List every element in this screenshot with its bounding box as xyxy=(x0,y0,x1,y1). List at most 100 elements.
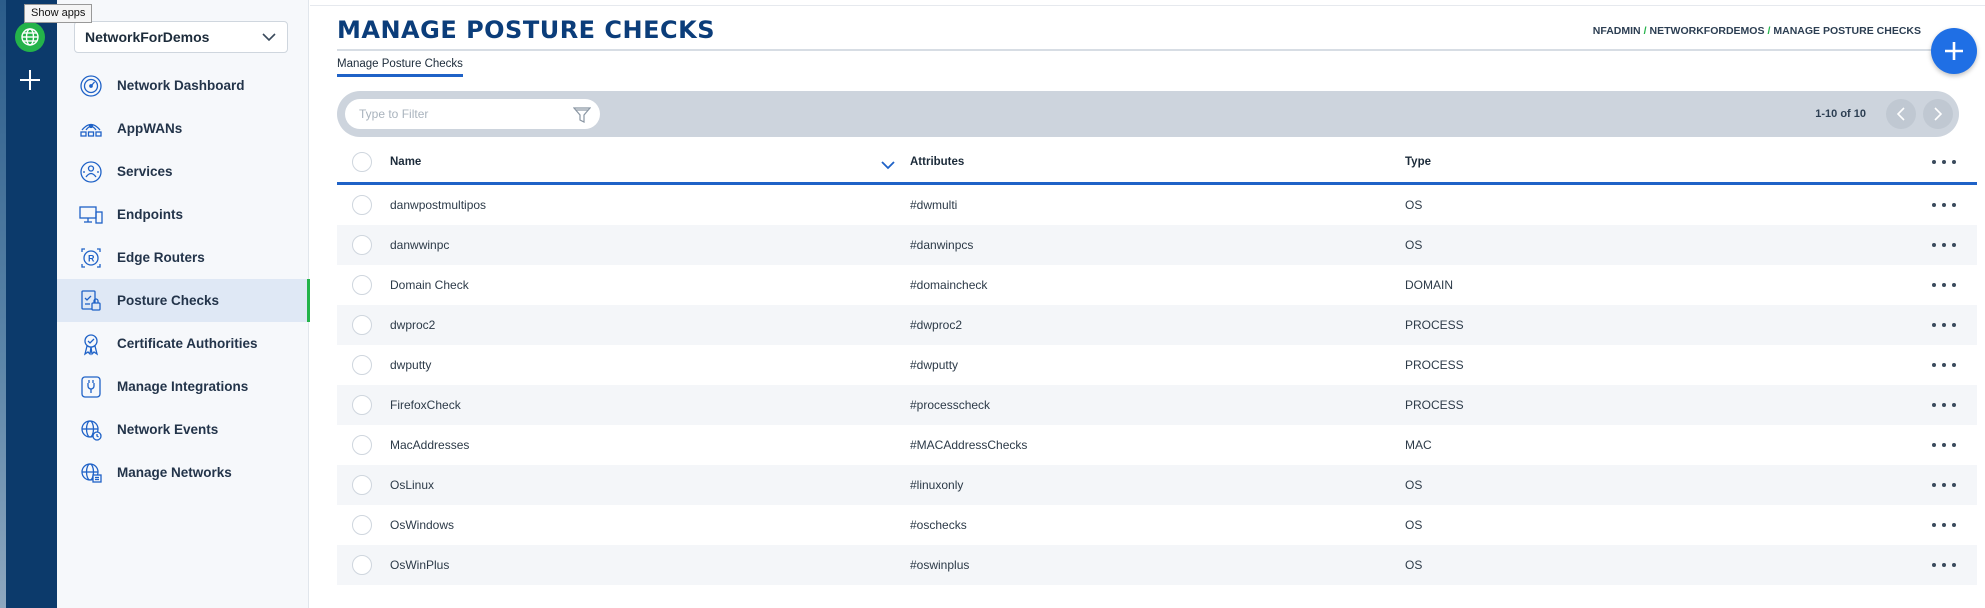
row-attributes: #processcheck xyxy=(910,398,991,412)
row-checkbox[interactable] xyxy=(352,515,372,535)
title-divider xyxy=(337,49,1959,51)
column-options-icon[interactable] xyxy=(1932,157,1956,167)
next-page-button[interactable] xyxy=(1923,99,1953,129)
row-checkbox[interactable] xyxy=(352,275,372,295)
row-actions-icon[interactable] xyxy=(1932,240,1956,250)
sidebar-item-network-events[interactable]: Network Events xyxy=(57,408,309,451)
show-apps-button[interactable] xyxy=(15,22,45,52)
chevron-left-icon xyxy=(1896,107,1905,121)
select-all-checkbox[interactable] xyxy=(352,152,372,172)
sidebar-item-services[interactable]: Services xyxy=(57,150,309,193)
sidebar-item-manage-integrations[interactable]: Manage Integrations xyxy=(57,365,309,408)
row-checkbox[interactable] xyxy=(352,395,372,415)
sidebar-item-edge-routers[interactable]: R Edge Routers xyxy=(57,236,309,279)
row-name: OsWinPlus xyxy=(390,558,450,572)
table-row[interactable]: MacAddresses #MACAddressChecks MAC xyxy=(337,425,1977,465)
row-checkbox[interactable] xyxy=(352,475,372,495)
chevron-right-icon xyxy=(1934,107,1943,121)
filter-bar: 1-10 of 10 xyxy=(337,91,1959,137)
row-checkbox[interactable] xyxy=(352,195,372,215)
row-actions-icon[interactable] xyxy=(1932,320,1956,330)
breadcrumb-item-network[interactable]: NETWORKFORDEMOS xyxy=(1650,25,1765,37)
sidebar-item-appwans[interactable]: AppWANs xyxy=(57,107,309,150)
row-checkbox[interactable] xyxy=(352,315,372,335)
table-row[interactable]: Domain Check #domaincheck DOMAIN xyxy=(337,265,1977,305)
row-actions-icon[interactable] xyxy=(1932,480,1956,490)
rail-edge xyxy=(0,0,6,608)
row-name: danwpostmultipos xyxy=(390,198,487,212)
manage-networks-icon xyxy=(78,460,104,486)
row-type: OS xyxy=(1405,518,1423,532)
row-name: dwputty xyxy=(390,358,432,372)
row-attributes: #oschecks xyxy=(910,518,967,532)
row-actions-icon[interactable] xyxy=(1932,200,1956,210)
column-header-type[interactable]: Type xyxy=(1405,156,1431,168)
add-posture-check-button[interactable] xyxy=(1931,28,1977,74)
appwan-icon xyxy=(78,116,104,142)
tab-manage-posture-checks[interactable]: Manage Posture Checks xyxy=(337,58,463,77)
table-row[interactable]: danwwinpc #danwinpcs OS xyxy=(337,225,1977,265)
integrations-icon xyxy=(78,374,104,400)
row-actions-icon[interactable] xyxy=(1932,360,1956,370)
row-attributes: #domaincheck xyxy=(910,278,988,292)
filter-input[interactable] xyxy=(345,99,600,129)
row-attributes: #MACAddressChecks xyxy=(910,438,1028,452)
chevron-down-icon xyxy=(262,33,276,42)
network-selector[interactable]: NetworkForDemos xyxy=(74,21,288,53)
row-checkbox[interactable] xyxy=(352,435,372,455)
dashboard-gauge-icon xyxy=(78,73,104,99)
row-type: MAC xyxy=(1405,438,1432,452)
row-attributes: #oswinplus xyxy=(910,558,970,572)
sidebar: NetworkForDemos Network Dashboard AppWAN… xyxy=(57,0,310,608)
table-row[interactable]: OsWindows #oschecks OS xyxy=(337,505,1977,545)
endpoints-icon xyxy=(78,202,104,228)
column-header-name[interactable]: Name xyxy=(390,156,421,168)
row-checkbox[interactable] xyxy=(352,355,372,375)
table-row[interactable]: dwputty #dwputty PROCESS xyxy=(337,345,1977,385)
svg-text:R: R xyxy=(88,253,95,263)
table-row[interactable]: OsWinPlus #oswinplus OS xyxy=(337,545,1977,585)
sidebar-item-label: AppWANs xyxy=(117,121,183,136)
breadcrumb-item-root[interactable]: NFADMIN xyxy=(1593,25,1641,37)
table-header: Name Attributes Type xyxy=(337,142,1977,185)
row-name: OsWindows xyxy=(390,518,455,532)
sidebar-item-endpoints[interactable]: Endpoints xyxy=(57,193,309,236)
previous-page-button[interactable] xyxy=(1886,99,1916,129)
table-row[interactable]: OsLinux #linuxonly OS xyxy=(337,465,1977,505)
sidebar-item-posture-checks[interactable]: Posture Checks xyxy=(57,279,310,322)
row-actions-icon[interactable] xyxy=(1932,440,1956,450)
table-row[interactable]: dwproc2 #dwproc2 PROCESS xyxy=(337,305,1977,345)
posture-checks-table: Name Attributes Type danwpostmultipos #d… xyxy=(337,142,1977,585)
plus-icon xyxy=(20,70,40,90)
add-app-button[interactable] xyxy=(15,65,45,95)
row-type: PROCESS xyxy=(1405,398,1464,412)
breadcrumb: NFADMIN / NETWORKFORDEMOS / MANAGE POSTURE C… xyxy=(1593,25,1921,37)
table-row[interactable]: danwpostmultipos #dwmulti OS xyxy=(337,185,1977,225)
sidebar-item-label: Manage Networks xyxy=(117,465,232,480)
row-actions-icon[interactable] xyxy=(1932,560,1956,570)
breadcrumb-separator: / xyxy=(1643,25,1647,37)
row-actions-icon[interactable] xyxy=(1932,520,1956,530)
row-attributes: #dwmulti xyxy=(910,198,958,212)
show-apps-tooltip: Show apps xyxy=(24,4,93,23)
sidebar-item-manage-networks[interactable]: Manage Networks xyxy=(57,451,309,494)
table-row[interactable]: FirefoxCheck #processcheck PROCESS xyxy=(337,385,1977,425)
row-type: PROCESS xyxy=(1405,358,1464,372)
edge-router-icon: R xyxy=(78,245,104,271)
sort-chevron-down-icon[interactable] xyxy=(879,156,897,174)
row-name: danwwinpc xyxy=(390,238,450,252)
top-divider xyxy=(310,5,1985,6)
row-attributes: #linuxonly xyxy=(910,478,964,492)
sidebar-item-certificate-authorities[interactable]: Certificate Authorities xyxy=(57,322,309,365)
row-actions-icon[interactable] xyxy=(1932,280,1956,290)
row-checkbox[interactable] xyxy=(352,555,372,575)
page-title: MANAGE POSTURE CHECKS xyxy=(337,16,716,44)
row-actions-icon[interactable] xyxy=(1932,400,1956,410)
filter-funnel-icon[interactable] xyxy=(573,106,591,124)
row-checkbox[interactable] xyxy=(352,235,372,255)
paging-label: 1-10 of 10 xyxy=(1815,108,1866,120)
sidebar-item-network-dashboard[interactable]: Network Dashboard xyxy=(57,64,309,107)
column-header-attributes[interactable]: Attributes xyxy=(910,156,964,168)
sidebar-item-label: Services xyxy=(117,164,173,179)
main-content: MANAGE POSTURE CHECKS NFADMIN / NETWORKFOR… xyxy=(310,0,1985,608)
